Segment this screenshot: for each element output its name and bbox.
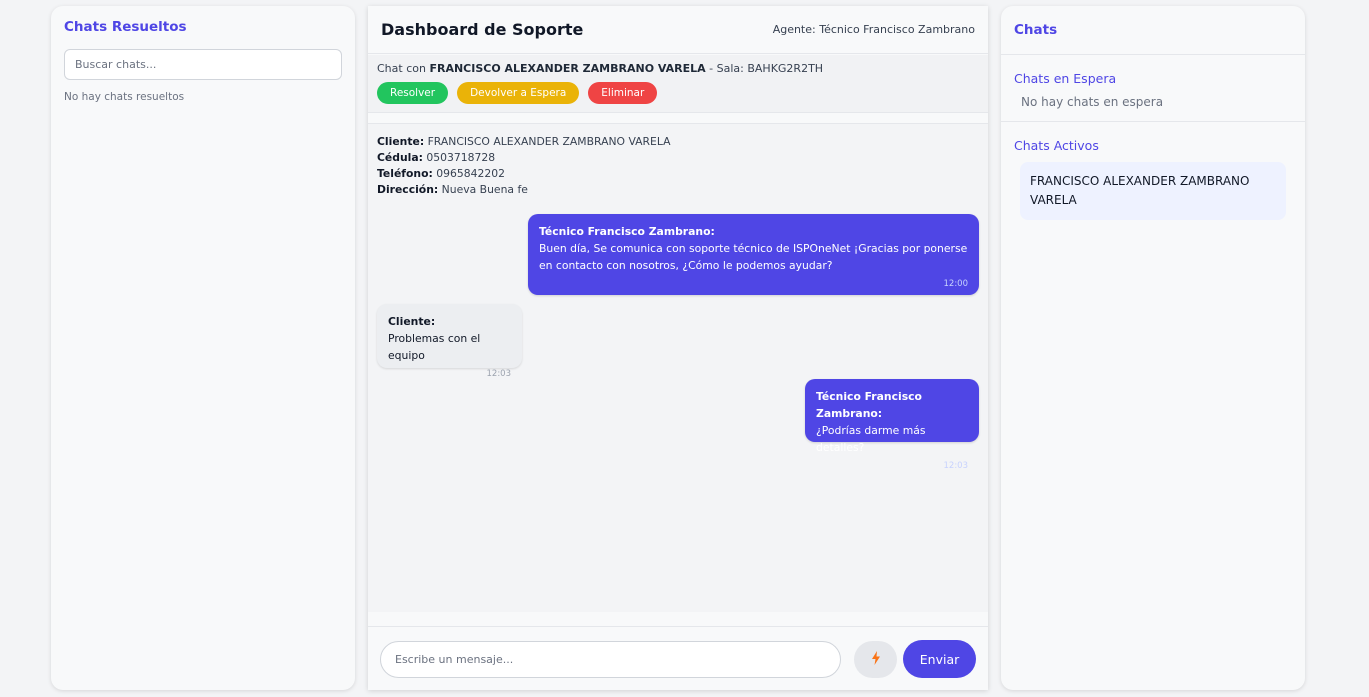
waiting-chats-section: Chats en Espera No hay chats en espera [1001,55,1305,122]
return-to-waiting-button[interactable]: Devolver a Espera [457,82,580,104]
client-info-block: Cliente: FRANCISCO ALEXANDER ZAMBRANO VA… [377,134,979,198]
phone-value: 0965842202 [436,167,505,180]
id-value: 0503718728 [426,151,496,164]
client-row: Cliente: FRANCISCO ALEXANDER ZAMBRANO VA… [377,134,979,150]
chats-title: Chats [1014,22,1058,38]
resolve-button[interactable]: Resolver [377,82,449,104]
active-chats-title: Chats Activos [1014,138,1099,153]
message-text: Problemas con el equipo [388,332,481,362]
support-dashboard-panel: Dashboard de Soporte Agente: Técnico Fra… [368,6,988,690]
message-time: 12:00 [943,279,969,289]
chat-with-prefix: Chat con [377,62,426,75]
chat-client-name: FRANCISCO ALEXANDER ZAMBRANO VARELA [429,62,706,75]
id-row: Cédula: 0503718728 [377,150,979,166]
chat-with-line: Chat con FRANCISCO ALEXANDER ZAMBRANO VA… [377,62,979,75]
client-message: Cliente: Problemas con el equipo 12:03 [377,304,522,379]
waiting-chats-title: Chats en Espera [1014,71,1117,86]
message-time: 12:03 [486,369,512,379]
chat-actions: Resolver Devolver a Espera Eliminar [377,82,979,104]
chats-panel: Chats Chats en Espera No hay chats en es… [1001,6,1305,690]
agent-label: Agente: Técnico Francisco Zambrano [772,23,975,36]
dashboard-header: Dashboard de Soporte Agente: Técnico Fra… [368,6,988,54]
active-chat-item[interactable]: FRANCISCO ALEXANDER ZAMBRANO VARELA [1020,162,1286,220]
message-sender: Técnico Francisco Zambrano: [816,390,922,420]
phone-row: Teléfono: 0965842202 [377,166,979,182]
message-text: ¿Podrías darme más detalles? [816,424,926,454]
no-waiting-chats-text: No hay chats en espera [1021,95,1164,109]
phone-label: Teléfono: [377,167,433,180]
address-label: Dirección: [377,183,439,196]
search-chats-input[interactable] [64,49,342,80]
message-composer: Enviar [368,626,988,690]
resolved-chats-title: Chats Resueltos [64,19,187,35]
id-label: Cédula: [377,151,423,164]
page-title: Dashboard de Soporte [381,20,584,39]
agent-message: Técnico Francisco Zambrano: Buen día, Se… [528,214,979,295]
resolved-chats-panel: Chats Resueltos No hay chats resueltos [51,6,355,690]
agent-message: Técnico Francisco Zambrano: ¿Podrías dar… [805,379,979,471]
quick-replies-button[interactable] [854,641,897,678]
send-button[interactable]: Enviar [903,640,976,678]
delete-button[interactable]: Eliminar [588,82,658,104]
client-label: Cliente: [377,135,425,148]
no-resolved-chats-text: No hay chats resueltos [64,91,185,103]
message-sender: Técnico Francisco Zambrano: [539,225,715,238]
chats-header: Chats [1001,6,1305,55]
lightning-bolt-icon [871,651,881,668]
active-chats-section: Chats Activos FRANCISCO ALEXANDER ZAMBRA… [1001,122,1305,236]
room-label: - Sala: BAHKG2R2TH [709,62,824,75]
client-value: FRANCISCO ALEXANDER ZAMBRANO VARELA [427,135,671,148]
message-sender: Cliente: [388,315,436,328]
message-input[interactable] [380,641,841,678]
address-value: Nueva Buena fe [441,183,528,196]
message-area[interactable]: Cliente: FRANCISCO ALEXANDER ZAMBRANO VA… [368,123,988,612]
address-row: Dirección: Nueva Buena fe [377,182,979,198]
message-time: 12:03 [943,461,969,471]
chat-info-bar: Chat con FRANCISCO ALEXANDER ZAMBRANO VA… [368,55,988,113]
message-text: Buen día, Se comunica con soporte técnic… [539,242,968,272]
